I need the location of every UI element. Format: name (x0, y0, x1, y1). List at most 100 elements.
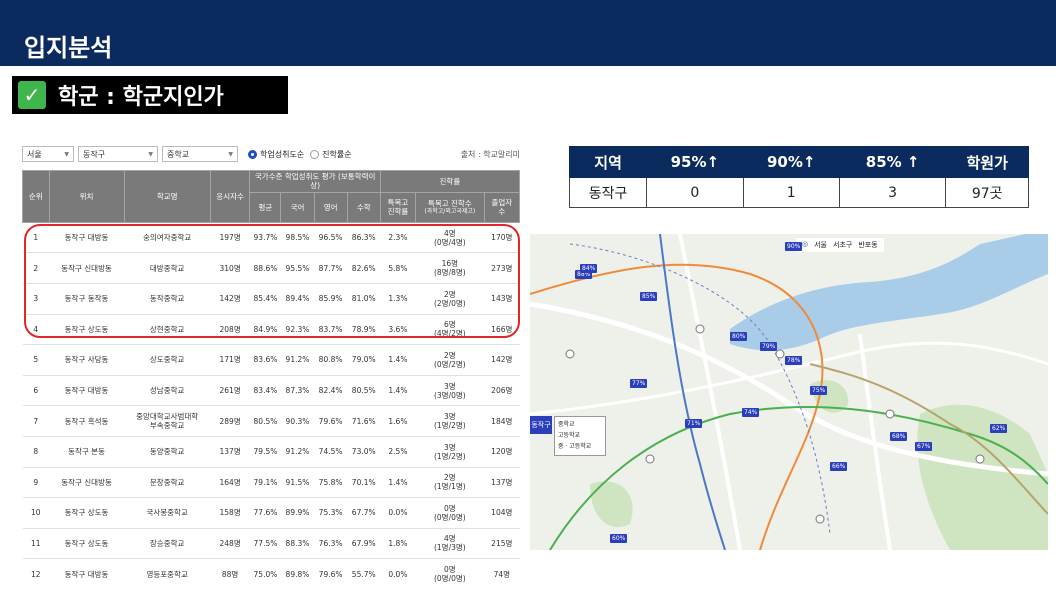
header-english: 영어 (313, 191, 348, 223)
table-row[interactable]: 11 동작구 상도동 장승중학교 248명 77.5% 88.3% 76.3% 67.9% 1.… (22, 528, 520, 560)
cell-special-count: 4명 (1명/3명) (415, 528, 485, 560)
school-pin[interactable]: 71% (685, 419, 703, 428)
cell-graduates: 170명 (484, 222, 520, 254)
table-row[interactable]: 6 동작구 대방동 성남중학교 261명 83.4% 87.3% 82.4% 80.5% 1.4… (22, 375, 520, 407)
table-row[interactable]: 3 동작구 동작동 동작중학교 142명 85.4% 89.4% 85.9% 81.0% 1.3… (22, 283, 520, 315)
cell-special-rate: 1.4% (380, 344, 416, 376)
cell-avg: 84.9% (249, 314, 281, 346)
cell-english: 76.3% (314, 528, 348, 560)
table-row[interactable]: 5 동작구 사당동 상도중학교 171명 83.6% 91.2% 80.8% 79.0% 1.4… (22, 344, 520, 376)
header-avg: 평균 (249, 191, 282, 223)
table-row[interactable]: 4 동작구 상도동 상현중학교 208명 84.9% 92.3% 83.7% 78.9% 3.6… (22, 314, 520, 346)
park-area (590, 481, 633, 528)
cell-school: 대방중학교 (124, 252, 211, 284)
sort-advancement-radio[interactable]: 진학률순 (310, 149, 352, 160)
school-pin[interactable]: 78% (785, 356, 803, 365)
cell-applicants: 88명 (210, 558, 250, 584)
map-region-filter[interactable]: ◎ 서울 서초구 반포동 (796, 238, 884, 252)
cell-special-rate: 1.6% (380, 405, 416, 437)
school-pin[interactable]: 80% (730, 332, 748, 341)
cell-graduates: 120명 (484, 436, 520, 468)
cell-special-count: 2명 (0명/2명) (415, 344, 485, 376)
cell-graduates: 166명 (484, 314, 520, 346)
school-ranking-panel: 서울 ▼ 동작구 ▼ 중학교 ▼ 학업성취도순 진학률순 출처 : 학교알리미 순위 … (22, 144, 520, 584)
cell-korean: 91.2% (280, 436, 315, 468)
cell-special-count: 0명 (0명/0명) (415, 558, 485, 584)
school-pin[interactable]: 77% (630, 379, 648, 388)
table-row[interactable]: 8 동작구 본동 동양중학교 137명 79.5% 91.2% 74.5% 73.0% 2.5%… (22, 436, 520, 468)
filter-bar: 서울 ▼ 동작구 ▼ 중학교 ▼ 학업성취도순 진학률순 출처 : 학교알리미 (22, 144, 520, 164)
school-pin[interactable]: 67% (915, 442, 933, 451)
school-type-select[interactable]: 중학교 ▼ (162, 146, 238, 162)
cell-special-rate: 1.3% (380, 283, 416, 315)
header-national-group: 국가수준 학업성취도 평가 (보통학력이상) (249, 170, 381, 193)
cell-location: 동작구 사당동 (49, 344, 125, 376)
cell-avg: 79.1% (249, 467, 281, 499)
cell-location: 동작구 신대방동 (49, 252, 125, 284)
cell-korean: 87.3% (280, 375, 315, 407)
cell-graduates: 143명 (484, 283, 520, 315)
summary-header-90: 90%↑ (742, 146, 840, 178)
cell-math: 67.9% (347, 528, 381, 560)
header-rank: 순위 (22, 170, 50, 223)
school-pin[interactable]: 60% (610, 534, 628, 543)
radio-unselected-icon (310, 149, 320, 159)
cell-avg: 80.5% (249, 405, 281, 437)
table-row[interactable]: 2 동작구 신대방동 대방중학교 310명 88.6% 95.5% 87.7% 82.6% 5.… (22, 252, 520, 284)
school-table: 순위 위치 학교명 응시자수 국가수준 학업성취도 평가 (보통학력이상) 진학… (22, 170, 520, 584)
table-row[interactable]: 10 동작구 상도동 국사봉중학교 158명 77.6% 89.9% 75.3% 67.7% 0… (22, 497, 520, 529)
cell-korean: 91.2% (280, 344, 315, 376)
district-select[interactable]: 동작구 ▼ (78, 146, 158, 162)
cell-applicants: 208명 (210, 314, 250, 346)
cell-school: 동작중학교 (124, 283, 211, 315)
cell-location: 동작구 본동 (49, 436, 125, 468)
table-row[interactable]: 1 동작구 대방동 숭의여자중학교 197명 93.7% 98.5% 96.5% 86.3% 2… (22, 222, 520, 254)
cell-special-count: 2명 (2명/0명) (415, 283, 485, 315)
cell-location: 동작구 대방동 (49, 375, 125, 407)
cell-english: 85.9% (314, 283, 348, 315)
cell-avg: 75.0% (249, 558, 281, 584)
summary-85-count: 3 (838, 177, 947, 208)
school-map[interactable]: ◎ 서울 서초구 반포동 중학교 고등학교 중 · 고등학교 동작구 90% 88… (530, 234, 1048, 550)
station-marker (975, 454, 985, 464)
cell-special-rate: 2.3% (380, 222, 416, 254)
cell-math: 71.6% (347, 405, 381, 437)
table-row[interactable]: 9 동작구 신대방동 문창중학교 164명 79.1% 91.5% 75.8% 70.1% 1.… (22, 467, 520, 499)
cell-rank: 4 (22, 314, 49, 346)
cell-applicants: 142명 (210, 283, 250, 315)
cell-english: 96.5% (314, 222, 348, 254)
cell-math: 82.6% (347, 252, 381, 284)
school-pin[interactable]: 62% (990, 424, 1008, 433)
station-marker (885, 409, 895, 419)
school-pin[interactable]: 79% (760, 342, 778, 351)
school-pin[interactable]: 75% (810, 386, 828, 395)
cell-math: 78.9% (347, 314, 381, 346)
school-pin[interactable]: 74% (742, 408, 760, 417)
chevron-down-icon: ▼ (64, 150, 69, 158)
cell-special-rate: 1.4% (380, 375, 416, 407)
summary-academy-count: 97곳 (945, 177, 1029, 208)
cell-english: 87.7% (314, 252, 348, 284)
cell-avg: 83.6% (249, 344, 281, 376)
subway-line (659, 234, 726, 550)
district-tag[interactable]: 동작구 (530, 416, 552, 434)
cell-korean: 89.8% (280, 558, 315, 584)
region-select[interactable]: 서울 ▼ (22, 146, 74, 162)
summary-region: 동작구 (568, 177, 648, 208)
cell-math: 73.0% (347, 436, 381, 468)
cell-english: 79.6% (314, 405, 348, 437)
station-marker (695, 324, 705, 334)
cell-english: 74.5% (314, 436, 348, 468)
header-applicants: 응시자수 (209, 170, 251, 223)
cell-korean: 98.5% (280, 222, 315, 254)
school-pin[interactable]: 85% (640, 292, 658, 301)
school-pin[interactable]: 68% (890, 432, 908, 441)
school-pin[interactable]: 66% (830, 462, 848, 471)
table-row[interactable]: 12 동작구 대방동 영등포중학교 88명 75.0% 89.8% 79.6% 55.7% 0.… (22, 558, 520, 584)
cell-location: 동작구 상도동 (49, 497, 125, 529)
school-pin[interactable]: 90% (785, 242, 803, 251)
school-type-legend[interactable]: 중학교 고등학교 중 · 고등학교 (554, 416, 606, 457)
table-row[interactable]: 7 동작구 흑석동 중앙대학교사범대학 부속중학교 289명 80.5% 90.3% 79.6… (22, 405, 520, 437)
sort-achievement-radio[interactable]: 학업성취도순 (248, 149, 304, 160)
school-pin[interactable]: 84% (580, 264, 598, 273)
